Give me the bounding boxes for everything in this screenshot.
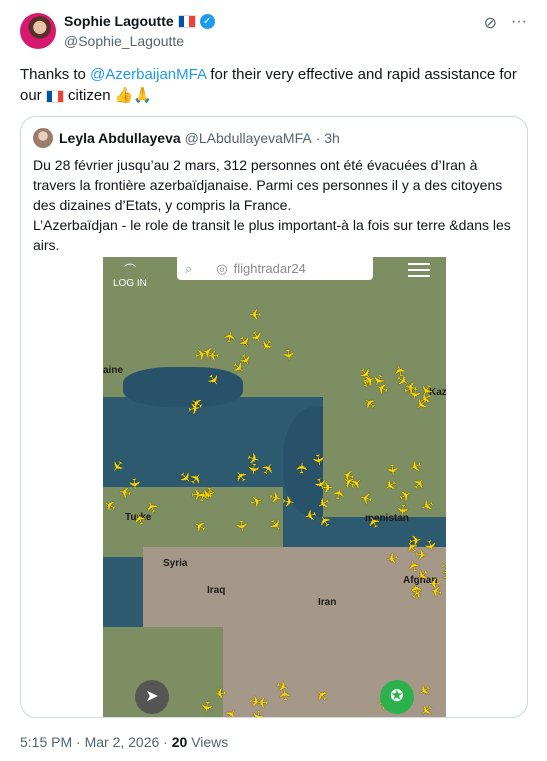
grok-icon[interactable]: ⊘ (484, 13, 497, 33)
login-label: LOG IN (113, 278, 147, 289)
plane-icon: ✈ (106, 455, 128, 476)
france-flag-icon (177, 14, 196, 28)
verified-check-icon: ✓ (199, 13, 215, 29)
author-handle[interactable]: @Sophie_Lagoutte (64, 33, 184, 49)
quote-author-avatar (33, 128, 53, 148)
plane-icon: ✈ (278, 347, 297, 363)
plane-icon: ✈ (231, 518, 251, 534)
plane-icon: ✈ (248, 305, 262, 323)
plane-icon: ✈ (392, 502, 412, 517)
thumbs-pray-emoji: 👍🙏 (114, 87, 153, 104)
plane-icon: ✈ (276, 687, 296, 703)
quote-handle: @LAbdullayevaMFA (184, 130, 312, 146)
quote-header: Leyla Abdullayeva @LAbdullayevaMFA · 3h (59, 130, 340, 146)
tweet-timestamp[interactable]: 5:15 PM · Mar 2, 2026 · (20, 734, 172, 750)
tweet-text-part: citizen (63, 87, 115, 104)
hamburger-menu-icon[interactable] (408, 263, 430, 281)
plane-icon: ✈ (308, 452, 328, 468)
quote-paragraph-1: Du 28 février jusqu’au 2 mars, 312 perso… (33, 157, 503, 213)
views-label: Views (187, 734, 229, 750)
quote-text: Du 28 février jusqu’au 2 mars, 312 perso… (33, 155, 517, 255)
author-avatar[interactable] (20, 13, 56, 49)
quote-paragraph-2: L’Azerbaïdjan - le role de transit le pl… (33, 217, 511, 253)
tweet-text: Thanks to @AzerbaijanMFA for their very … (20, 64, 525, 106)
map-label-ukraine: aine (103, 365, 124, 376)
france-flag-icon (45, 89, 64, 103)
mention-link[interactable]: @AzerbaijanMFA (90, 66, 206, 83)
map-label-syria: Syria (163, 558, 188, 569)
search-icon: ⌕ (185, 260, 193, 276)
flight-map-image[interactable]: ⌒ LOG IN ⌕ ◎ flightradar24 aine Kaz Turk… (103, 257, 446, 717)
more-options-icon[interactable]: ··· (511, 13, 527, 33)
user-icon: ⌒ (123, 263, 136, 277)
plane-icon: ✈ (186, 400, 203, 420)
login-button[interactable]: ⌒ LOG IN (113, 261, 147, 289)
tweet-text-part: Thanks to (20, 66, 91, 83)
quote-display-name: Leyla Abdullayeva (59, 130, 181, 146)
flightradar-search-bar[interactable]: ⌕ ◎ flightradar24 (177, 257, 373, 280)
map-label-iraq: Iraq (207, 585, 226, 596)
plane-icon: ✈ (382, 463, 401, 478)
author-name-row[interactable]: Sophie Lagoutte ✓ (64, 13, 215, 29)
plane-icon: ✈ (247, 692, 263, 712)
map-label-iran: Iran (318, 597, 337, 608)
radar-logo-icon: ◎ (216, 260, 228, 276)
tweet-meta: 5:15 PM · Mar 2, 2026 · 20 Views (20, 734, 228, 750)
plane-icon: ✈ (243, 462, 263, 477)
views-count: 20 (171, 734, 188, 750)
quoted-tweet[interactable]: Leyla Abdullayeva @LAbdullayevaMFA · 3h … (20, 116, 528, 718)
plane-icon: ✈ (281, 492, 296, 512)
plane-icon: ✈ (213, 682, 228, 702)
author-display-name[interactable]: Sophie Lagoutte (64, 13, 174, 29)
quote-time: · 3h (315, 130, 340, 146)
app-name: flightradar24 (233, 261, 306, 276)
navigation-arrow-icon[interactable]: ➤ (135, 680, 169, 714)
award-badge-icon[interactable]: ✪ (380, 680, 414, 714)
